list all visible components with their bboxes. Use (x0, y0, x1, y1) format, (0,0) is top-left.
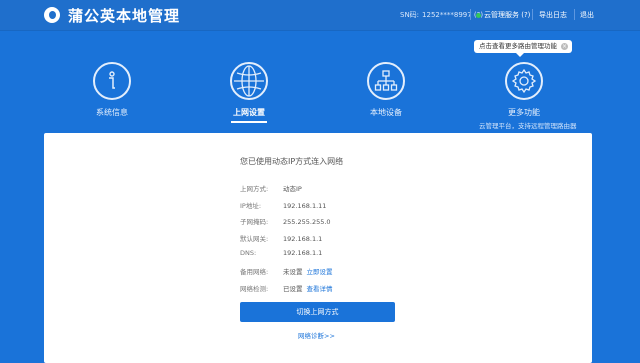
nav-more-features[interactable]: 更多功能 云管理平台，支持远程管理路由器 (479, 62, 577, 130)
feature-tooltip: 点击查看更多路由管理功能 × (474, 40, 572, 57)
network-diagnose-link[interactable]: 网络诊断>> (298, 330, 335, 340)
info-icon (93, 62, 131, 100)
row-value: 192.168.1.1 (283, 235, 323, 243)
row-label: 子网掩码: (240, 218, 269, 226)
status-dot-icon (476, 12, 481, 18)
row-label: 备用网络: (240, 268, 269, 276)
divider (470, 9, 471, 20)
gear-icon (505, 62, 543, 100)
app-title: 蒲公英本地管理 (68, 7, 181, 25)
info-row-gateway: 默认网关: 192.168.1.1 (240, 233, 322, 243)
nav-system-info[interactable]: 系统信息 (67, 62, 157, 118)
row-value: 动态IP (283, 185, 302, 193)
nav-sublabel: 云管理平台，支持远程管理路由器 (479, 122, 577, 130)
cloud-label: 云管理服务 (484, 11, 519, 19)
nav-label: 更多功能 (508, 108, 540, 117)
logo-icon (44, 7, 60, 23)
sn-value: 1252****8997 (422, 11, 472, 19)
info-row-subnet: 子网掩码: 255.255.255.0 (240, 216, 331, 226)
internet-settings-panel: 您已使用动态IP方式连入网络 上网方式: 动态IP IP地址: 192.168.1.… (44, 133, 592, 363)
row-value: 未设置 (283, 268, 303, 276)
switch-connection-button[interactable]: 切换上网方式 (240, 302, 395, 322)
connection-status-title: 您已使用动态IP方式连入网络 (240, 157, 344, 166)
row-label: DNS: (240, 249, 257, 257)
globe-icon (230, 62, 268, 100)
info-row-mode: 上网方式: 动态IP (240, 183, 302, 193)
row-value: 已设置 (283, 285, 303, 293)
nav-label: 系统信息 (96, 108, 128, 117)
row-value: 255.255.255.0 (283, 218, 331, 226)
close-icon[interactable]: × (561, 43, 568, 50)
row-label: 网络检测: (240, 285, 269, 293)
nav-label: 上网设置 (204, 107, 294, 123)
nav-internet-settings[interactable]: 上网设置 (204, 62, 294, 123)
info-row-detect: 网络检测: 已设置 查看详情 (240, 283, 333, 293)
row-label: 默认网关: (240, 235, 269, 243)
tooltip-text: 点击查看更多路由管理功能 (479, 42, 557, 50)
nav-label: 本地设备 (370, 108, 402, 117)
info-row-dns: DNS: 192.168.1.1 (240, 249, 322, 257)
view-details-link[interactable]: 查看详情 (307, 285, 333, 293)
cloud-service-status[interactable]: 云管理服务 (?) (476, 10, 530, 20)
logout-link[interactable]: 退出 (580, 10, 594, 20)
network-icon (367, 62, 405, 100)
cloud-help-icon[interactable]: (?) (521, 11, 530, 19)
export-log-link[interactable]: 导出日志 (539, 10, 567, 20)
setup-now-link[interactable]: 立即设置 (307, 268, 333, 276)
row-value: 192.168.1.1 (283, 249, 323, 257)
divider (574, 9, 575, 20)
row-label: 上网方式: (240, 185, 269, 193)
row-label: IP地址: (240, 202, 262, 210)
sn-label: SN码: (400, 11, 420, 19)
divider (532, 9, 533, 20)
nav-local-devices[interactable]: 本地设备 (341, 62, 431, 118)
row-value: 192.168.1.11 (283, 202, 327, 210)
info-row-backup: 备用网络: 未设置 立即设置 (240, 266, 333, 276)
info-row-ip: IP地址: 192.168.1.11 (240, 200, 326, 210)
top-bar: 蒲公英本地管理 SN码:1252****8997 (?) 云管理服务 (?) 导… (0, 0, 640, 31)
